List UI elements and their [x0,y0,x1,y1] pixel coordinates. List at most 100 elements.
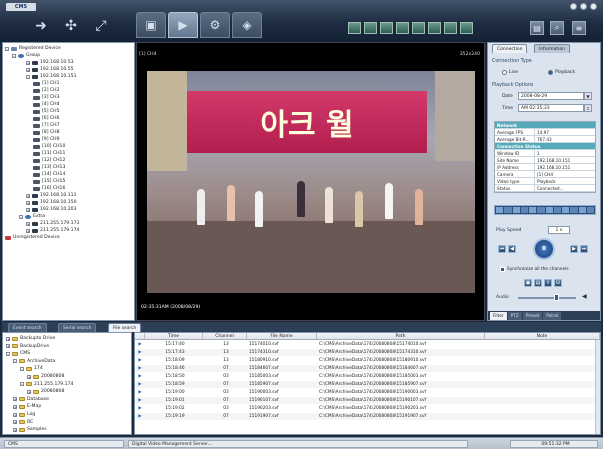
expand-icon[interactable]: + [26,221,30,226]
video-viewer[interactable]: [1] CH4 352x240 아크 월 02:35:31AM (2008/08… [136,42,485,321]
folder-item[interactable]: - CMS [6,350,30,357]
folder-item[interactable]: -174 [20,365,43,372]
tab-filter[interactable]: Filter [490,312,507,320]
expand-icon[interactable]: + [6,344,10,349]
expand-icon[interactable]: + [27,374,31,379]
tree-dvr-item[interactable]: -192.168.10.151 [26,73,77,80]
skip-forward-button[interactable]: ⏭ [580,245,588,253]
expand-icon[interactable]: - [20,366,24,371]
collapse-icon[interactable]: - [12,53,16,58]
expand-icon[interactable]: - [20,382,24,387]
sync-checkbox[interactable]: Synchronize all the channels [500,267,569,272]
rewind-button[interactable]: ◀ [508,245,516,253]
timeline-segment[interactable] [553,207,561,213]
fullscreen-icon[interactable]: ⤢ [90,16,112,36]
tree-camera-item[interactable]: [8] CH8 [33,129,60,136]
maximize-button[interactable] [580,3,587,10]
print-button[interactable]: ▤ [534,279,542,287]
tree-camera-item[interactable]: [16] CH16 [33,185,65,192]
timeline-segment[interactable] [570,207,578,213]
layout-1plus5-icon[interactable] [412,22,425,34]
table-row[interactable]: ▶ 15:17:40 13 15174010.svf C:\CMS\ArchiveDat… [135,341,600,348]
tree-camera-item[interactable]: [7] CH7 [33,122,60,129]
expand-icon[interactable]: - [19,214,23,219]
audio-slider[interactable] [518,297,576,299]
backup-button[interactable]: ⛁ [554,279,562,287]
fast-forward-button[interactable]: ▶ [570,245,578,253]
expand-icon[interactable]: + [27,389,31,394]
expand-icon[interactable]: + [13,397,17,402]
timeline-segment[interactable] [512,207,520,213]
tree-camera-item[interactable]: [11] CH11 [33,150,65,157]
collapse-icon[interactable]: - [5,46,9,51]
tree-group[interactable]: - Group [12,52,40,59]
header-path[interactable]: Path [317,333,485,339]
skip-back-button[interactable]: ⏮ [498,245,506,253]
timeline-segment[interactable] [586,207,594,213]
speaker-icon[interactable]: ◀ [582,293,587,300]
expand-icon[interactable]: + [13,427,17,432]
header-file-name[interactable]: File Name [247,333,317,339]
expand-icon[interactable]: + [26,200,30,205]
tree-dvr-item[interactable]: +211.255.179.174 [26,227,79,234]
layout-1x1-icon[interactable] [348,22,361,34]
tab-playback[interactable]: ▶ [168,12,198,38]
table-row[interactable]: ▶ 15:18:46 07 15184607.svf C:\CMS\ArchiveDat… [135,365,600,372]
tree-camera-item[interactable]: [15] CH15 [33,178,65,185]
expand-icon[interactable]: + [26,193,30,198]
tree-camera-item[interactable]: [14] CH14 [33,171,65,178]
layout-2x2-icon[interactable] [364,22,377,34]
tree-dvr-item[interactable]: +192.168.10.203 [26,206,77,213]
snapshot-button[interactable]: ▣ [524,279,532,287]
folder-item[interactable]: + Database [13,396,49,403]
folder-item[interactable]: + E-Map [13,403,41,410]
tree-camera-item[interactable]: [6] CH6 [33,115,60,122]
folder-item[interactable]: + BackupDrive [6,343,49,350]
audio-slider-thumb[interactable] [554,294,559,301]
layout-4x4-icon[interactable] [396,22,409,34]
header-channel[interactable]: Channel [203,333,247,339]
pause-button[interactable]: ⏸ [533,238,555,260]
tab-config[interactable]: ⚙ [200,12,230,38]
layout-1plus7-icon[interactable] [428,22,441,34]
tree-dvr-item[interactable]: +192.168.10.53 [26,59,74,66]
folder-item[interactable]: -211.255.179.174 [20,381,73,388]
tab-information[interactable]: Information [534,44,571,53]
tree-dvr-item[interactable]: +211.255.179.173 [26,220,79,227]
tree-camera-item[interactable]: [2] CH2 [33,87,60,94]
timeline-segment[interactable] [529,207,537,213]
timeline-segment[interactable] [578,207,586,213]
folder-item[interactable]: + Samples [13,426,47,433]
table-row[interactable]: ▶ 15:18:50 03 15185003.svf C:\CMS\ArchiveDat… [135,373,600,380]
menu-icon[interactable]: ≡ [572,21,586,35]
timeline-segment[interactable] [520,207,528,213]
tab-preset[interactable]: Preset [522,312,543,320]
timeline-segment[interactable] [504,207,512,213]
layout-3x3-icon[interactable] [380,22,393,34]
dropdown-arrow-icon[interactable]: ▼ [584,92,592,100]
folder-item[interactable]: +20080808 [27,373,64,380]
tab-ptz[interactable]: PTZ [507,312,522,320]
collapse-icon[interactable]: - [26,74,30,79]
tree-camera-item[interactable]: [10] CH10 [33,143,65,150]
date-picker[interactable]: 2008-08-29 [518,92,584,100]
expand-icon[interactable]: + [26,60,30,65]
expand-icon[interactable]: + [13,404,17,409]
table-row[interactable]: ▶ 15:19:00 03 15190003.svf C:\CMS\ArchiveDat… [135,389,600,396]
folder-item[interactable]: + Log [13,411,35,418]
folder-item[interactable]: + RC [13,419,33,426]
arrow-icon[interactable]: ➜ [30,16,52,36]
tree-root-registered[interactable]: - Registered Device [5,45,61,52]
tab-monitor[interactable]: ▣ [136,12,166,38]
expand-icon[interactable]: + [26,67,30,72]
timeline-segment[interactable] [545,207,553,213]
timeline-segment[interactable] [537,207,545,213]
minimize-button[interactable] [570,3,577,10]
tree-camera-item[interactable]: [4] CH4 [33,101,60,108]
timeline-segment[interactable] [562,207,570,213]
folder-item[interactable]: +20080808 [27,388,64,395]
table-row[interactable]: ▶ 15:19:02 03 15190203.svf C:\CMS\ArchiveDat… [135,405,600,412]
tab-serial-search[interactable]: Serial search [58,323,97,332]
tree-group-item[interactable]: - Extra [19,213,45,220]
tree-camera-item[interactable]: [12] CH12 [33,157,65,164]
